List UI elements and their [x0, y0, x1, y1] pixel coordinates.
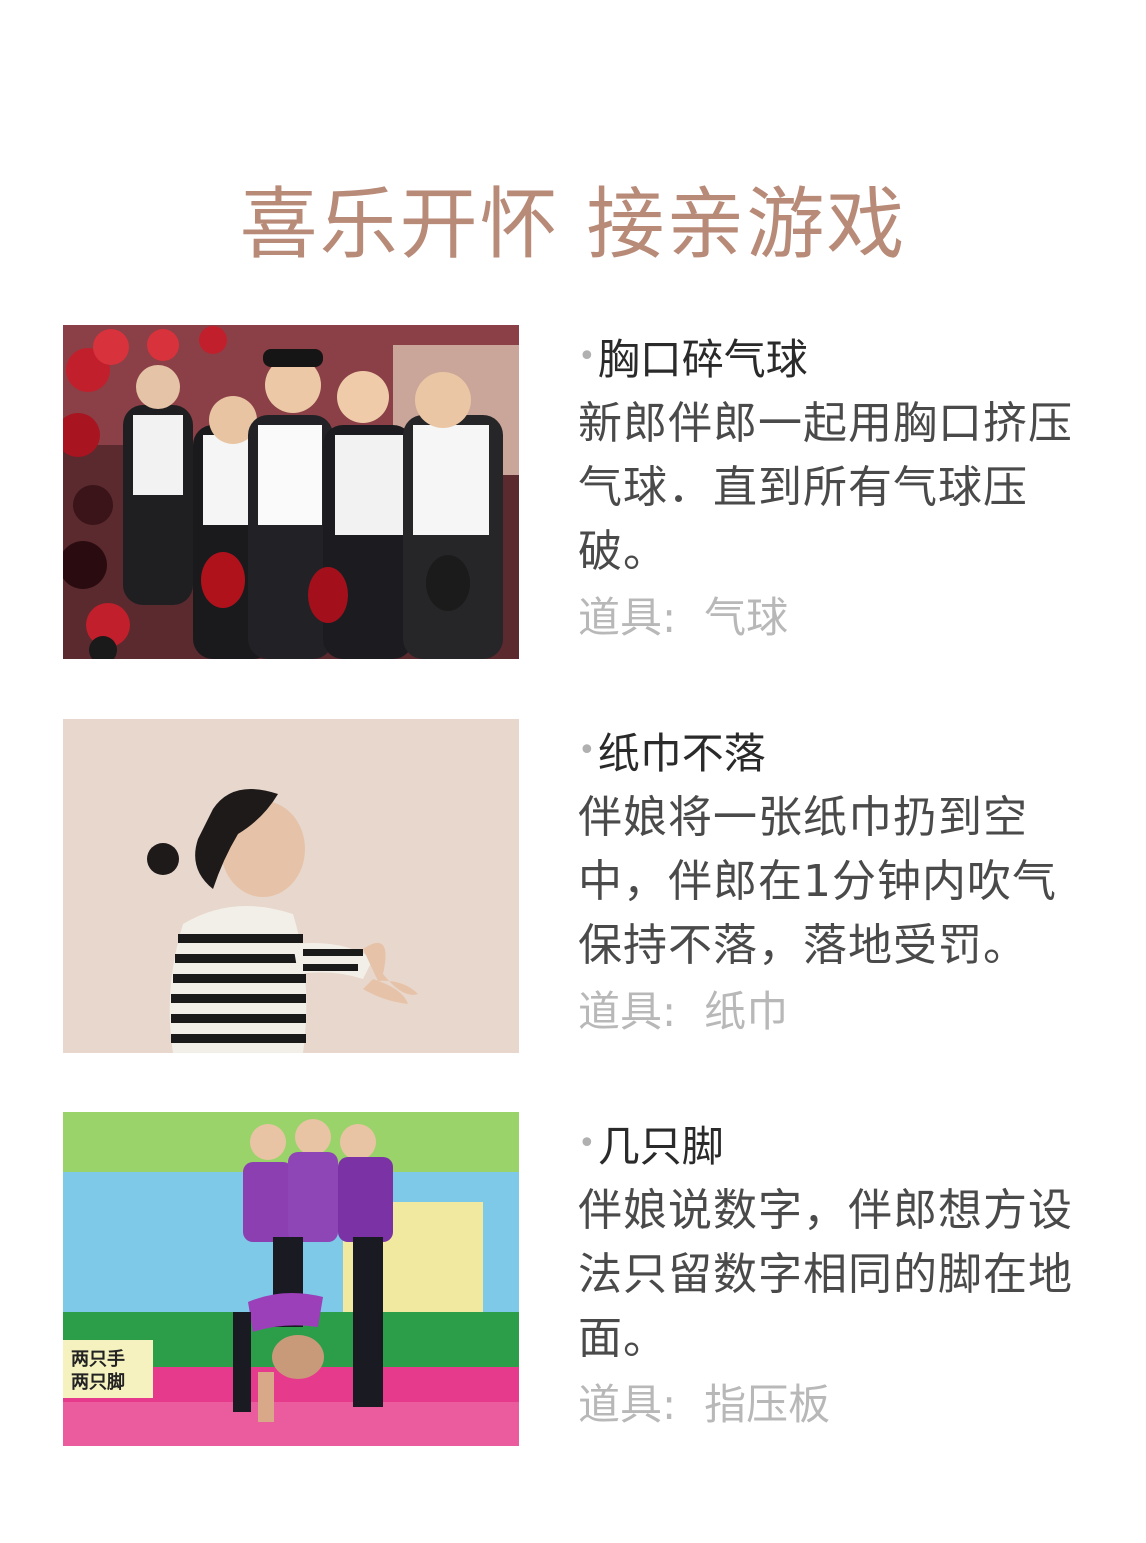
photo-caption-line1: 两只手: [71, 1348, 125, 1370]
photo-groomsmen-balloons-icon: [63, 325, 519, 659]
game-title-3: •几只脚: [578, 1122, 724, 1171]
photo-caption-line2: 两只脚: [71, 1372, 125, 1393]
prop-label: 道具:: [578, 593, 677, 642]
prop-value: 纸巾: [704, 987, 789, 1036]
game-photo-2: [63, 719, 519, 1053]
game-prop-2: 道具: 纸巾: [578, 980, 1098, 1044]
game-card-1: •胸口碎气球 新郎伴郎一起用胸口挤压气球．直到所有气球压破。 道具: 气球: [63, 325, 1103, 659]
game-title-1: •胸口碎气球: [578, 335, 808, 384]
bullet-icon: •: [578, 339, 596, 374]
photo-tv-show-game-icon: 两只手 两只脚: [63, 1112, 519, 1446]
page-title: 喜乐开怀 接亲游戏: [239, 180, 907, 271]
game-photo-1: [63, 325, 519, 659]
prop-label: 道具:: [578, 1380, 677, 1429]
game-card-2: •纸巾不落 伴娘将一张纸巾扔到空中，伴郎在1分钟内吹气保持不落，落地受罚。 道具…: [63, 719, 1103, 1053]
game-description-2: 伴娘将一张纸巾扔到空中，伴郎在1分钟内吹气保持不落，落地受罚。: [578, 792, 1057, 971]
game-card-3: 两只手 两只脚 •几只脚 伴娘说数字，伴郎想方设法只留数字相同的脚在地面。 道具…: [63, 1112, 1103, 1446]
game-photo-3: 两只手 两只脚: [63, 1112, 519, 1446]
game-description-3: 伴娘说数字，伴郎想方设法只留数字相同的脚在地面。: [578, 1185, 1073, 1364]
prop-value: 指压板: [704, 1380, 831, 1429]
game-prop-3: 道具: 指压板: [578, 1373, 1098, 1437]
photo-woman-blowing-icon: [63, 719, 519, 1053]
game-description-1: 新郎伴郎一起用胸口挤压气球．直到所有气球压破。: [578, 398, 1073, 577]
prop-label: 道具:: [578, 987, 677, 1036]
game-text-3: •几只脚 伴娘说数字，伴郎想方设法只留数字相同的脚在地面。 道具: 指压板: [578, 1112, 1098, 1437]
prop-value: 气球: [704, 593, 789, 642]
game-text-1: •胸口碎气球 新郎伴郎一起用胸口挤压气球．直到所有气球压破。 道具: 气球: [578, 325, 1098, 650]
game-title-2: •纸巾不落: [578, 729, 766, 778]
game-prop-1: 道具: 气球: [578, 586, 1098, 650]
bullet-icon: •: [578, 1126, 596, 1161]
game-text-2: •纸巾不落 伴娘将一张纸巾扔到空中，伴郎在1分钟内吹气保持不落，落地受罚。 道具…: [578, 719, 1098, 1044]
bullet-icon: •: [578, 733, 596, 768]
